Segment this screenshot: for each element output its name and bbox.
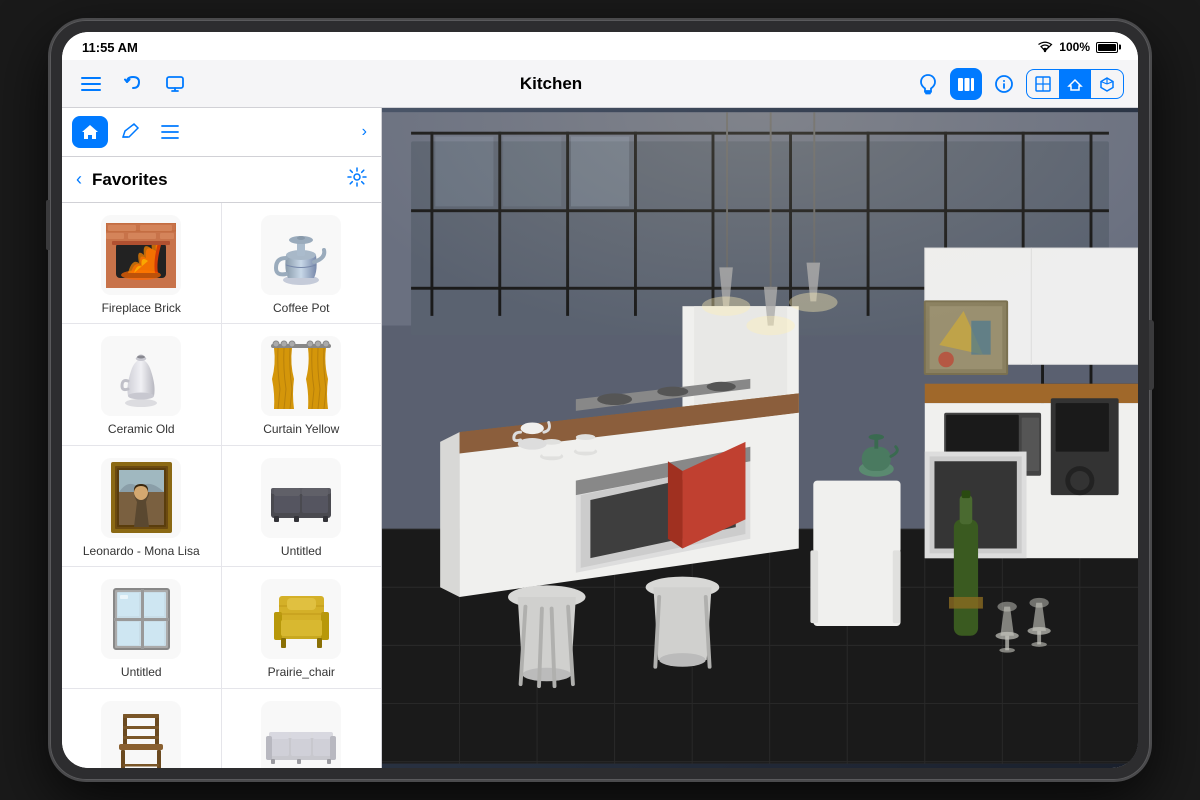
item-label: Fireplace Brick (102, 301, 181, 315)
tab-list[interactable] (152, 116, 188, 148)
list-item[interactable]: Untitled (222, 446, 382, 567)
list-item[interactable]: Chair_002 (62, 689, 222, 768)
device-frame: 11:55 AM 100% (50, 20, 1150, 780)
list-item[interactable]: Prairie_chair (222, 567, 382, 688)
wifi-icon (1037, 41, 1053, 53)
floorplan-toggle[interactable] (1027, 70, 1059, 98)
item-preview-sofa3x (261, 701, 341, 768)
kitchen-scene-svg (382, 108, 1138, 768)
item-label: Coffee Pot (273, 301, 329, 315)
power-button[interactable] (1149, 320, 1154, 390)
volume-button[interactable] (46, 200, 50, 250)
item-label: Untitled (281, 544, 322, 558)
panel-header-title: Favorites (92, 170, 347, 190)
status-bar: 11:55 AM 100% (62, 32, 1138, 60)
item-label: Leonardo - Mona Lisa (83, 544, 200, 558)
list-item[interactable]: Untitled (62, 567, 222, 688)
left-panel: › ‹ Favorites (62, 108, 382, 768)
undo-button[interactable] (118, 69, 148, 99)
tab-home[interactable] (72, 116, 108, 148)
item-preview-prairie-chair (261, 579, 341, 659)
box3d-toggle[interactable] (1091, 70, 1123, 98)
panel-tabs: › (62, 108, 381, 157)
nav-right (912, 68, 1124, 100)
list-item[interactable]: Leonardo - Mona Lisa (62, 446, 222, 567)
main-content: › ‹ Favorites (62, 108, 1138, 768)
item-preview-ceramic (101, 336, 181, 416)
page-title: Kitchen (200, 74, 902, 94)
item-label: Untitled (121, 665, 162, 679)
view-toggle-group (1026, 69, 1124, 99)
list-item[interactable]: Sofa3x_amazing (222, 689, 382, 768)
nav-left (76, 69, 190, 99)
display-button[interactable] (160, 69, 190, 99)
home3d-toggle[interactable] (1059, 70, 1091, 98)
item-label: Ceramic Old (108, 422, 175, 436)
tab-edit[interactable] (112, 116, 148, 148)
battery-percent: 100% (1059, 40, 1090, 54)
item-label: Prairie_chair (268, 665, 335, 679)
list-item[interactable]: Curtain Yellow (222, 324, 382, 445)
lightbulb-button[interactable] (912, 68, 944, 100)
status-right: 100% (1037, 40, 1118, 54)
item-preview-chair002 (101, 701, 181, 768)
menu-button[interactable] (76, 69, 106, 99)
battery-icon (1096, 42, 1118, 53)
panel-settings-button[interactable] (347, 167, 367, 192)
panel-header: ‹ Favorites (62, 157, 381, 203)
item-preview-untitled-window (101, 579, 181, 659)
item-preview-fireplace (101, 215, 181, 295)
panel-back-button[interactable]: ‹ (76, 169, 82, 190)
item-preview-curtain (261, 336, 341, 416)
list-item[interactable]: Fireplace Brick (62, 203, 222, 324)
info-button[interactable] (988, 68, 1020, 100)
list-item[interactable]: Coffee Pot (222, 203, 382, 324)
kitchen-3d-view[interactable] (382, 108, 1138, 768)
device-screen: 11:55 AM 100% (62, 32, 1138, 768)
item-preview-monalisa (101, 458, 181, 538)
items-grid: Fireplace Brick (62, 203, 381, 768)
list-item[interactable]: Ceramic Old (62, 324, 222, 445)
item-preview-coffeepot (261, 215, 341, 295)
nav-bar: Kitchen (62, 60, 1138, 108)
item-preview-untitled-sofa (261, 458, 341, 538)
item-label: Curtain Yellow (263, 422, 339, 436)
time-display: 11:55 AM (82, 40, 138, 55)
library-button[interactable] (950, 68, 982, 100)
panel-more-button[interactable]: › (358, 119, 371, 145)
